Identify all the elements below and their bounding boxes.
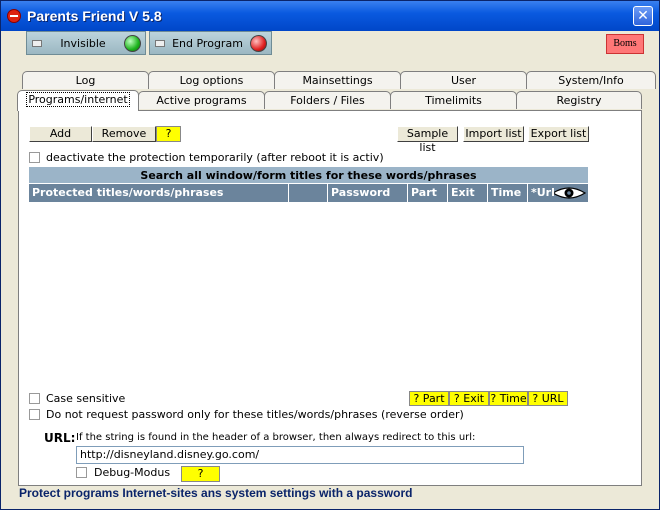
protected-titles-grid[interactable]: Search all window/form titles for these … (29, 167, 588, 389)
plug-icon (32, 40, 42, 47)
url-description: If the string is found in the header of … (76, 432, 476, 443)
remove-button[interactable]: Remove (92, 126, 156, 142)
tab-active-programs[interactable]: Active programs (138, 91, 265, 109)
tab-mainsettings[interactable]: Mainsettings (274, 71, 401, 89)
invisible-label: Invisible (60, 37, 106, 50)
green-led-icon (124, 35, 141, 52)
tab-folders-files[interactable]: Folders / Files (264, 91, 391, 109)
col-protected-titles[interactable]: Protected titles/words/phrases (29, 184, 289, 202)
add-button[interactable]: Add (29, 126, 92, 142)
boms-button[interactable]: Boms (606, 34, 644, 54)
tab-timelimits[interactable]: Timelimits (390, 91, 517, 109)
help-exit-button[interactable]: ? Exit (449, 391, 489, 406)
sample-list-button[interactable]: Sample list (397, 126, 458, 154)
col-time[interactable]: Time (488, 184, 528, 202)
window-title: Parents Friend V 5.8 (27, 8, 162, 24)
tab-log-options[interactable]: Log options (148, 71, 275, 89)
col-password[interactable]: Password (328, 184, 408, 202)
plug-icon (155, 40, 165, 47)
close-button[interactable]: ✕ (633, 6, 653, 26)
invisible-button[interactable]: Invisible (26, 31, 146, 55)
reverse-order-checkbox[interactable] (29, 409, 40, 420)
debug-checkbox[interactable] (76, 467, 87, 478)
col-part[interactable]: Part (408, 184, 448, 202)
end-program-button[interactable]: End Program (149, 31, 272, 55)
tab-registry[interactable]: Registry (516, 91, 642, 109)
stop-icon (7, 9, 21, 23)
deactivate-checkbox[interactable] (29, 152, 40, 163)
col-url[interactable]: *Url (528, 184, 588, 202)
tab-system-info[interactable]: System/Info (526, 71, 656, 89)
tab-programs-internet[interactable]: Programs/internet (17, 90, 139, 111)
main-window: Parents Friend V 5.8 ✕ Invisible End Pro… (0, 0, 660, 510)
grid-header: Protected titles/words/phrases Password … (29, 184, 588, 202)
grid-title: Search all window/form titles for these … (29, 167, 588, 184)
deactivate-label: deactivate the protection temporarily (a… (46, 151, 384, 164)
help-time-button[interactable]: ? Time (489, 391, 528, 406)
top-toolbar: Invisible End Program Boms (2, 31, 658, 57)
debug-help-button[interactable]: ? (181, 466, 220, 482)
url-label: URL: (44, 431, 76, 445)
redirect-url-input[interactable]: http://disneyland.disney.go.com/ (76, 446, 524, 464)
reverse-order-label: Do not request password only for these t… (46, 408, 464, 421)
help-url-button[interactable]: ? URL (528, 391, 568, 406)
red-led-icon (250, 35, 267, 52)
end-program-label: End Program (172, 37, 243, 50)
title-bar[interactable]: Parents Friend V 5.8 ✕ (1, 1, 659, 31)
help-button[interactable]: ? (156, 126, 181, 142)
col-visibility[interactable] (289, 184, 586, 202)
debug-label: Debug-Modus (94, 466, 171, 479)
case-sensitive-label: Case sensitive (46, 392, 126, 405)
import-list-button[interactable]: Import list (463, 126, 524, 142)
help-part-button[interactable]: ? Part (409, 391, 449, 406)
case-sensitive-checkbox[interactable] (29, 393, 40, 404)
col-exit[interactable]: Exit (448, 184, 488, 202)
tab-log[interactable]: Log (22, 71, 149, 89)
tab-user[interactable]: User (400, 71, 527, 89)
status-text: Protect programs Internet-sites ans syst… (19, 486, 413, 500)
export-list-button[interactable]: Export list (528, 126, 589, 142)
tab-label: Programs/internet (26, 92, 130, 107)
